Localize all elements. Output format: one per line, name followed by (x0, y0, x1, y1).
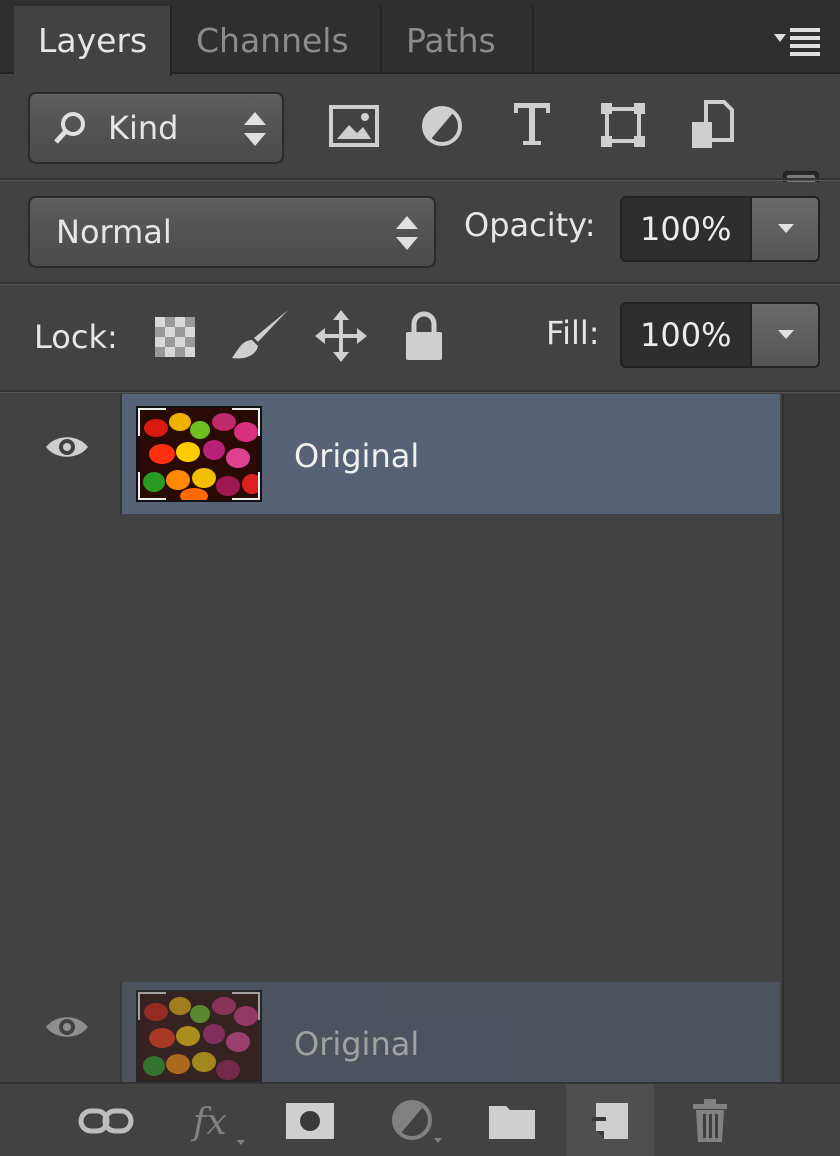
layer-row[interactable]: Original (12, 394, 780, 514)
lock-label: Lock: (34, 318, 118, 356)
filter-kind-label: Kind (108, 109, 179, 147)
trash-icon[interactable] (678, 1084, 742, 1156)
blend-row: Normal Opacity: 100% (0, 182, 840, 282)
blend-mode-label: Normal (56, 213, 172, 251)
divider (0, 178, 840, 181)
svg-text:fx: fx (190, 1102, 227, 1143)
tab-channels[interactable]: Channels (172, 6, 382, 74)
filter-row: Kind (0, 76, 840, 233)
smart-object-filter-icon[interactable] (688, 98, 736, 152)
visibility-toggle[interactable] (12, 394, 122, 514)
eye-icon (46, 1017, 88, 1037)
tab-bar: Layers Channels Paths (0, 0, 840, 76)
image-filter-icon[interactable] (328, 102, 380, 150)
layers-scrollbar[interactable] (782, 394, 840, 1082)
fill-label: Fill: (546, 314, 600, 352)
shape-filter-icon[interactable] (598, 100, 648, 150)
opacity-label: Opacity: (464, 206, 596, 244)
ghost-visibility-cell (12, 982, 122, 1082)
ghost-thumbnail (136, 990, 262, 1082)
layer-thumbnail (136, 406, 262, 502)
layers-panel: Layers Channels Paths Kind Normal Opacit… (0, 0, 840, 1156)
tab-label: Paths (406, 21, 496, 60)
tab-label: Channels (196, 21, 349, 60)
search-icon (54, 112, 85, 144)
lock-all-icon[interactable] (400, 308, 448, 364)
adjustment-layer-icon[interactable] (380, 1084, 452, 1156)
fx-icon[interactable]: fx (178, 1084, 258, 1156)
layer-name[interactable]: Original (294, 394, 419, 518)
fill-dropdown-button[interactable] (750, 304, 818, 366)
drag-ghost-layer: Original (12, 982, 780, 1082)
filter-kind-select[interactable]: Kind (28, 92, 284, 164)
divider (0, 282, 840, 285)
fill-field[interactable]: 100% (620, 302, 820, 368)
opacity-field[interactable]: 100% (620, 196, 820, 262)
tab-label: Layers (38, 21, 148, 60)
panel-menu-icon[interactable] (774, 26, 822, 56)
eye-icon (46, 437, 88, 457)
lock-row: Lock: Fill: 100% (0, 286, 840, 392)
opacity-value: 100% (640, 210, 732, 248)
tab-paths[interactable]: Paths (382, 6, 534, 74)
divider (0, 390, 840, 393)
blend-mode-select[interactable]: Normal (28, 196, 436, 268)
lock-image-pixels-icon[interactable] (226, 306, 294, 366)
adjustment-filter-icon[interactable] (418, 102, 466, 150)
fill-value: 100% (640, 316, 732, 354)
lock-position-icon[interactable] (314, 308, 368, 364)
bottom-toolbar: fx (0, 1082, 840, 1156)
add-mask-icon[interactable] (278, 1084, 342, 1156)
type-filter-icon[interactable] (508, 98, 556, 150)
new-layer-icon[interactable] (566, 1084, 654, 1156)
tab-layers[interactable]: Layers (14, 6, 172, 76)
updown-arrows-icon (244, 112, 266, 146)
lock-transparent-pixels-icon[interactable] (152, 314, 198, 360)
link-layers-icon[interactable] (70, 1084, 142, 1156)
opacity-dropdown-button[interactable] (750, 198, 818, 260)
updown-arrows-icon (396, 216, 418, 250)
new-group-icon[interactable] (480, 1084, 544, 1156)
